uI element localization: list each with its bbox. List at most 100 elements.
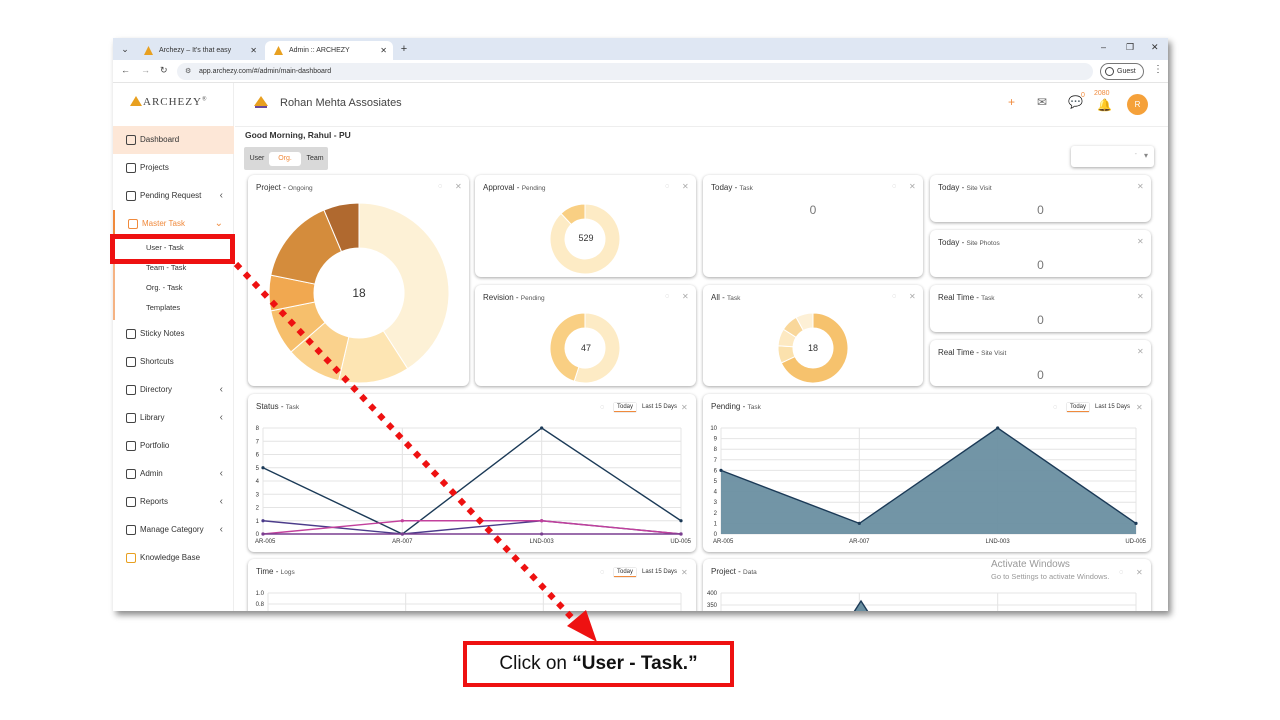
data-point[interactable] [400,532,404,536]
chat-count-badge: 0 [1081,92,1085,99]
hide-icon[interactable]: ◌ [892,183,896,190]
browser-menu-icon[interactable]: ⋮ [1153,64,1163,75]
profile-icon [1105,67,1114,76]
data-point[interactable] [679,519,683,523]
time-logs-chart: 1.0 0.8 [256,591,682,611]
close-icon[interactable]: ✕ [909,182,916,191]
close-icon[interactable]: ✕ [1137,237,1144,246]
minimize-button[interactable]: – [1101,42,1106,52]
sidebar-item-manage-category[interactable]: Manage Category ‹ [113,516,234,544]
segment-team[interactable]: Team [304,152,326,166]
sidebar-item-admin[interactable]: Admin ‹ [113,460,234,488]
submenu-org-task[interactable]: Org. - Task [113,278,234,298]
y-tick-label: 8 [714,447,718,453]
x-tick-label: UD-005 [1125,539,1146,545]
highlight-box-user-task [110,234,235,264]
y-tick-label: 6 [714,468,718,474]
archezy-logo[interactable]: ARCHEZY® [130,96,208,108]
data-point[interactable] [719,468,723,472]
browser-window: ⌄ Archezy – It's that easy ✕ Admin :: AR… [113,38,1168,611]
y-tick-label: 7 [714,458,718,464]
close-icon[interactable]: ✕ [1137,292,1144,301]
segment-org[interactable]: Org. [269,152,301,166]
data-point[interactable] [261,532,265,536]
sidebar-item-reports[interactable]: Reports ‹ [113,488,234,516]
chevron-down-icon: ▾ [1143,151,1148,160]
today-site-photos-card: Today - Site Photos ✕ 0 [930,230,1151,277]
filter-dropdown[interactable]: - ▾ [1071,146,1154,167]
guest-profile-button[interactable]: Guest [1100,63,1144,80]
today-task-card: Today - Task ◌ ✕ 0 [703,175,923,277]
submenu-templates[interactable]: Templates [113,298,234,320]
org-logo-icon [254,96,268,108]
back-icon[interactable]: ← [121,65,130,75]
all-task-donut-chart [777,312,849,384]
close-tab-icon[interactable]: ✕ [250,41,257,60]
status-task-card: Status - Task ◌ Today Last 15 Days ✕ 012… [248,394,696,552]
x-tick-label: LND-003 [530,539,555,545]
app-header: Rohan Mehta Assosiates + ✉ 💬 0 🔔 2080 R [235,83,1168,127]
data-point[interactable] [996,426,1000,430]
data-point[interactable] [857,521,861,525]
project-ongoing-card: Project - Ongoing ◌ ✕ 18 [248,175,469,386]
y-tick-label: 5 [256,466,260,472]
maximize-button[interactable]: ❐ [1126,42,1134,53]
org-name: Rohan Mehta Assosiates [280,97,402,109]
revision-donut-chart [549,312,621,384]
data-point[interactable] [540,532,544,536]
sidebar-item-dashboard[interactable]: Dashboard [113,126,234,154]
notification-bell-icon[interactable]: 🔔 [1097,98,1112,112]
data-point[interactable] [540,426,544,430]
sidebar-item-directory[interactable]: Directory ‹ [113,376,234,404]
data-point[interactable] [679,532,683,536]
today-site-visit-card: Today - Site Visit ✕ 0 [930,175,1151,222]
data-point[interactable] [400,519,404,523]
area-fill [854,601,868,611]
close-window-button[interactable]: ✕ [1151,42,1159,53]
close-icon[interactable]: ✕ [1137,182,1144,191]
pending-task-card: Pending - Task ◌ Today Last 15 Days ✕ 01… [703,394,1151,552]
y-tick-label: 1.0 [256,591,265,597]
data-point[interactable] [261,519,265,523]
y-tick-label: 6 [256,453,260,459]
sidebar-item-pending-request[interactable]: Pending Request ‹ [113,182,234,210]
mail-icon[interactable]: ✉ [1037,95,1047,109]
sidebar-item-projects[interactable]: Projects [113,154,234,182]
pending-icon [126,191,136,201]
y-tick-label: 1 [256,519,260,525]
tab-archezy-home[interactable]: Archezy – It's that easy ✕ [135,41,263,60]
reload-icon[interactable]: ↻ [160,65,168,76]
sidebar: ARCHEZY® Dashboard Projects Pending Requ… [113,83,234,611]
segment-user[interactable]: User [247,152,267,166]
data-point[interactable] [540,519,544,523]
approval-count: 529 [578,233,594,243]
revision-pending-card: Revision - Pending ◌ ✕ 47 [475,285,696,386]
data-point[interactable] [1134,521,1138,525]
shortcut-icon [126,357,136,367]
avatar[interactable]: R [1127,94,1148,115]
tab-search-icon[interactable]: ⌄ [118,42,132,56]
logo-triangle-icon [130,96,142,106]
arrow-head-icon [567,610,597,642]
site-info-icon[interactable]: ⚙ [185,63,191,80]
approval-pending-card: Approval - Pending ◌ ✕ 529 [475,175,696,277]
sidebar-item-sticky-notes[interactable]: Sticky Notes [113,320,234,348]
sidebar-item-shortcuts[interactable]: Shortcuts [113,348,234,376]
sidebar-item-library[interactable]: Library ‹ [113,404,234,432]
project-count: 18 [352,286,366,300]
today-site-photos-count: 0 [1037,258,1044,272]
close-icon[interactable]: ✕ [1137,347,1144,356]
close-tab-icon[interactable]: ✕ [380,41,387,60]
sidebar-item-knowledge-base[interactable]: Knowledge Base [113,544,234,572]
data-point[interactable] [261,466,265,470]
x-tick-label: AR-005 [713,539,734,545]
add-icon[interactable]: + [1008,95,1015,109]
forward-icon[interactable]: → [141,65,150,75]
y-tick-label: 1 [714,521,718,527]
task-list-icon [128,219,138,229]
url-input[interactable]: ⚙ app.archezy.com/#/admin/main-dashboard [177,63,1093,80]
instruction-callout: Click on “User - Task.” [463,641,734,687]
new-tab-button[interactable]: + [397,42,411,56]
sidebar-item-portfolio[interactable]: Portfolio [113,432,234,460]
tab-admin-archezy[interactable]: Admin :: ARCHEZY ✕ [265,41,393,60]
